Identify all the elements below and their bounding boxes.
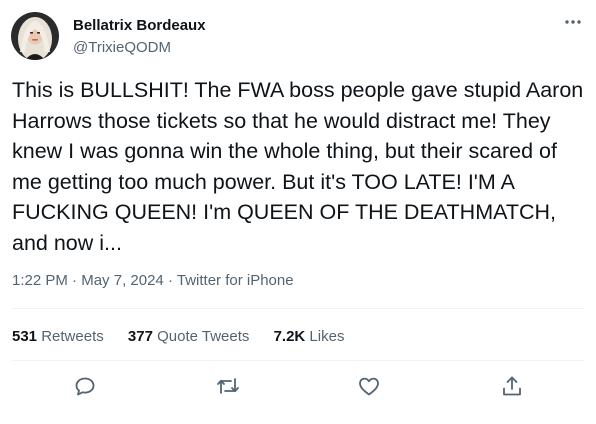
- share-button[interactable]: [500, 374, 524, 398]
- retweet-button[interactable]: [216, 374, 240, 398]
- tweet-card: Bellatrix Bordeaux @TrixieQODM This is B…: [0, 0, 596, 424]
- like-icon: [359, 377, 379, 396]
- tweet-text: This is BULLSHIT! The FWA boss people ga…: [12, 78, 584, 255]
- likes-stat[interactable]: 7.2K Likes: [274, 328, 345, 345]
- tweet-stats: 531 Retweets 377 Quote Tweets 7.2K Likes: [12, 328, 364, 345]
- retweets-stat[interactable]: 531 Retweets: [12, 328, 104, 345]
- like-button[interactable]: [357, 374, 381, 398]
- retweets-count: 531: [12, 328, 38, 345]
- display-name[interactable]: Bellatrix Bordeaux: [73, 17, 206, 34]
- meta-separator: ·: [167, 272, 173, 289]
- retweets-label: Retweets: [41, 328, 104, 345]
- more-horizontal-icon: [565, 20, 581, 24]
- quote-tweets-label: Quote Tweets: [157, 328, 250, 345]
- share-icon: [503, 376, 521, 396]
- user-handle[interactable]: @TrixieQODM: [73, 39, 171, 56]
- quote-tweets-stat[interactable]: 377 Quote Tweets: [128, 328, 249, 345]
- avatar[interactable]: [11, 12, 59, 60]
- likes-count: 7.2K: [273, 328, 306, 345]
- tweet-time[interactable]: 1:22 PM: [12, 272, 68, 289]
- tweet-meta: 1:22 PM · May 7, 2024 · Twitter for iPho…: [12, 272, 294, 289]
- retweet-icon: [217, 378, 239, 394]
- avatar-image: [11, 12, 59, 60]
- more-button[interactable]: [560, 12, 586, 32]
- meta-separator: ·: [72, 272, 78, 289]
- tweet-date[interactable]: May 7, 2024: [81, 272, 164, 289]
- likes-label: Likes: [309, 328, 345, 345]
- divider: [12, 308, 584, 309]
- divider: [12, 360, 584, 361]
- tweet-source[interactable]: Twitter for iPhone: [177, 272, 294, 289]
- quote-tweets-count: 377: [127, 328, 153, 345]
- reply-icon: [75, 377, 95, 396]
- reply-button[interactable]: [73, 374, 97, 398]
